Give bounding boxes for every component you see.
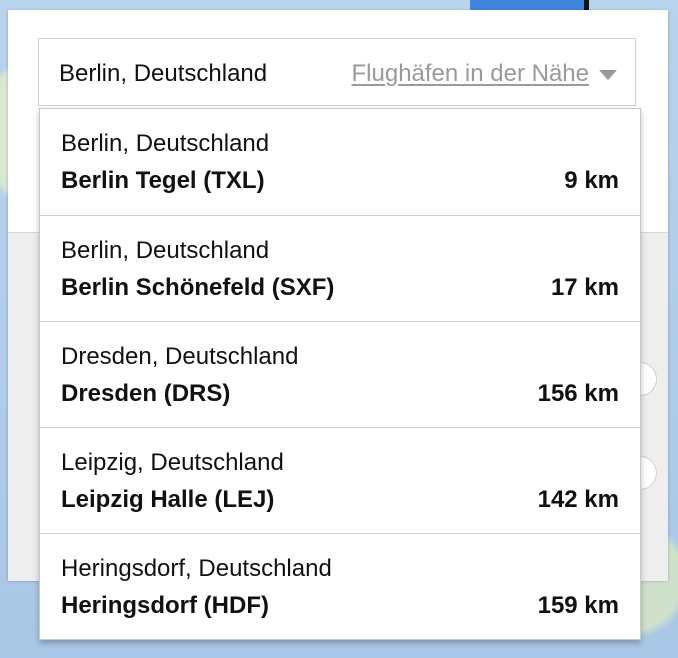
nearby-airports-label[interactable]: Flughäfen in der Nähe <box>352 60 590 88</box>
origin-search-field: Flughäfen in der Nähe <box>38 38 636 106</box>
airport-option-hdf[interactable]: Heringsdorf, Deutschland Heringsdorf (HD… <box>40 533 640 639</box>
airport-city: Berlin, Deutschland <box>61 237 270 264</box>
airport-city: Leipzig, Deutschland <box>61 449 284 476</box>
airport-distance: 9 km <box>564 167 619 194</box>
map-top-tab <box>470 0 589 10</box>
airport-city: Dresden, Deutschland <box>61 343 299 370</box>
airport-distance: 156 km <box>537 380 619 407</box>
airport-city: Berlin, Deutschland <box>61 130 270 157</box>
airport-name: Dresden (DRS) <box>61 380 231 407</box>
airport-name: Leipzig Halle (LEJ) <box>61 486 275 513</box>
airport-suggestions-dropdown: Berlin, Deutschland Berlin Tegel (TXL) 9… <box>39 108 641 640</box>
airport-name: Heringsdorf (HDF) <box>61 592 269 619</box>
airport-name: Berlin Tegel (TXL) <box>61 167 265 194</box>
chevron-down-icon[interactable] <box>599 70 617 80</box>
origin-search-input[interactable] <box>59 57 293 91</box>
nearby-airports-toggle[interactable]: Flughäfen in der Nähe <box>352 57 617 91</box>
airport-distance: 142 km <box>537 486 619 513</box>
airport-distance: 159 km <box>537 592 619 619</box>
airport-option-txl[interactable]: Berlin, Deutschland Berlin Tegel (TXL) 9… <box>40 109 640 215</box>
airport-distance: 17 km <box>550 274 619 301</box>
airport-city: Heringsdorf, Deutschland <box>61 555 332 582</box>
airport-option-drs[interactable]: Dresden, Deutschland Dresden (DRS) 156 k… <box>40 321 640 427</box>
airport-name: Berlin Schönefeld (SXF) <box>61 274 335 301</box>
airport-option-sxf[interactable]: Berlin, Deutschland Berlin Schönefeld (S… <box>40 215 640 321</box>
airport-option-lej[interactable]: Leipzig, Deutschland Leipzig Halle (LEJ)… <box>40 427 640 533</box>
